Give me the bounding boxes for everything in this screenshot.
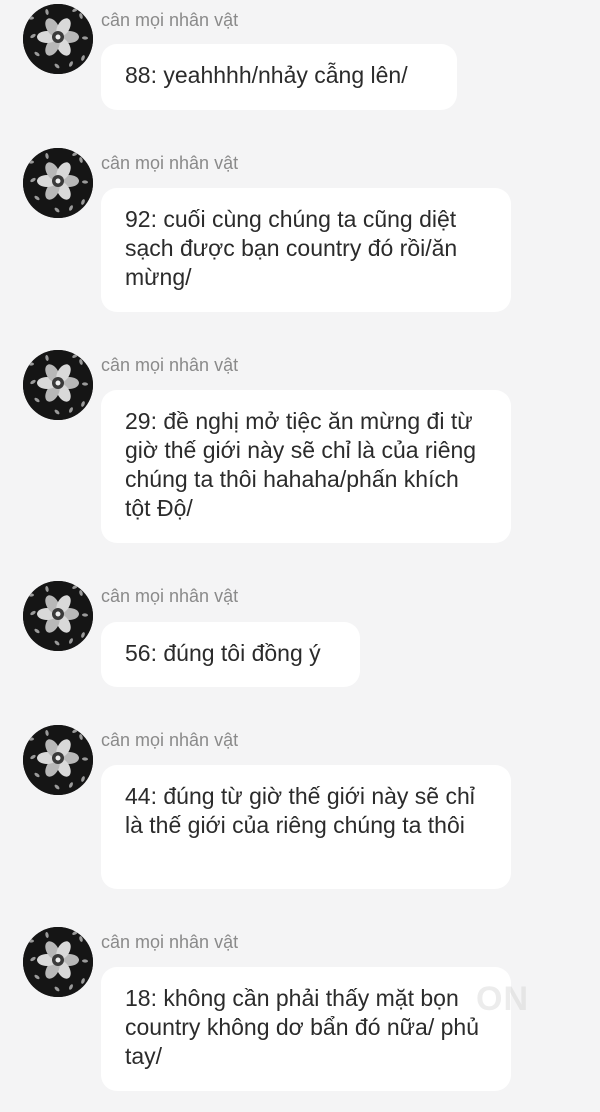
avatar[interactable] [23, 148, 93, 218]
sender-name: cân mọi nhân vật [101, 586, 239, 606]
sender-name: cân mọi nhân vật [101, 10, 239, 30]
flower-avatar-icon [23, 350, 93, 420]
message-bubble: 92: cuối cùng chúng ta cũng diệt sạch đư… [101, 188, 511, 312]
message-bubble: 18: không cần phải thấy mặt bọn country … [101, 967, 511, 1091]
sender-name: cân mọi nhân vật [101, 730, 239, 750]
message-bubble: 44: đúng từ giờ thế giới này sẽ chỉ là t… [101, 765, 511, 889]
avatar[interactable] [23, 350, 93, 420]
sender-name: cân mọi nhân vật [101, 355, 239, 375]
sender-name: cân mọi nhân vật [101, 932, 239, 952]
flower-avatar-icon [23, 725, 93, 795]
avatar[interactable] [23, 725, 93, 795]
flower-avatar-icon [23, 927, 93, 997]
flower-avatar-icon [23, 4, 93, 74]
message-bubble: 88: yeahhhh/nhảy cẫng lên/ [101, 44, 457, 110]
avatar[interactable] [23, 927, 93, 997]
message-bubble: 56: đúng tôi đồng ý [101, 622, 360, 687]
message-bubble: 29: đề nghị mở tiệc ăn mừng đi từ giờ th… [101, 390, 511, 543]
flower-avatar-icon [23, 148, 93, 218]
avatar[interactable] [23, 581, 93, 651]
avatar[interactable] [23, 4, 93, 74]
flower-avatar-icon [23, 581, 93, 651]
sender-name: cân mọi nhân vật [101, 153, 239, 173]
